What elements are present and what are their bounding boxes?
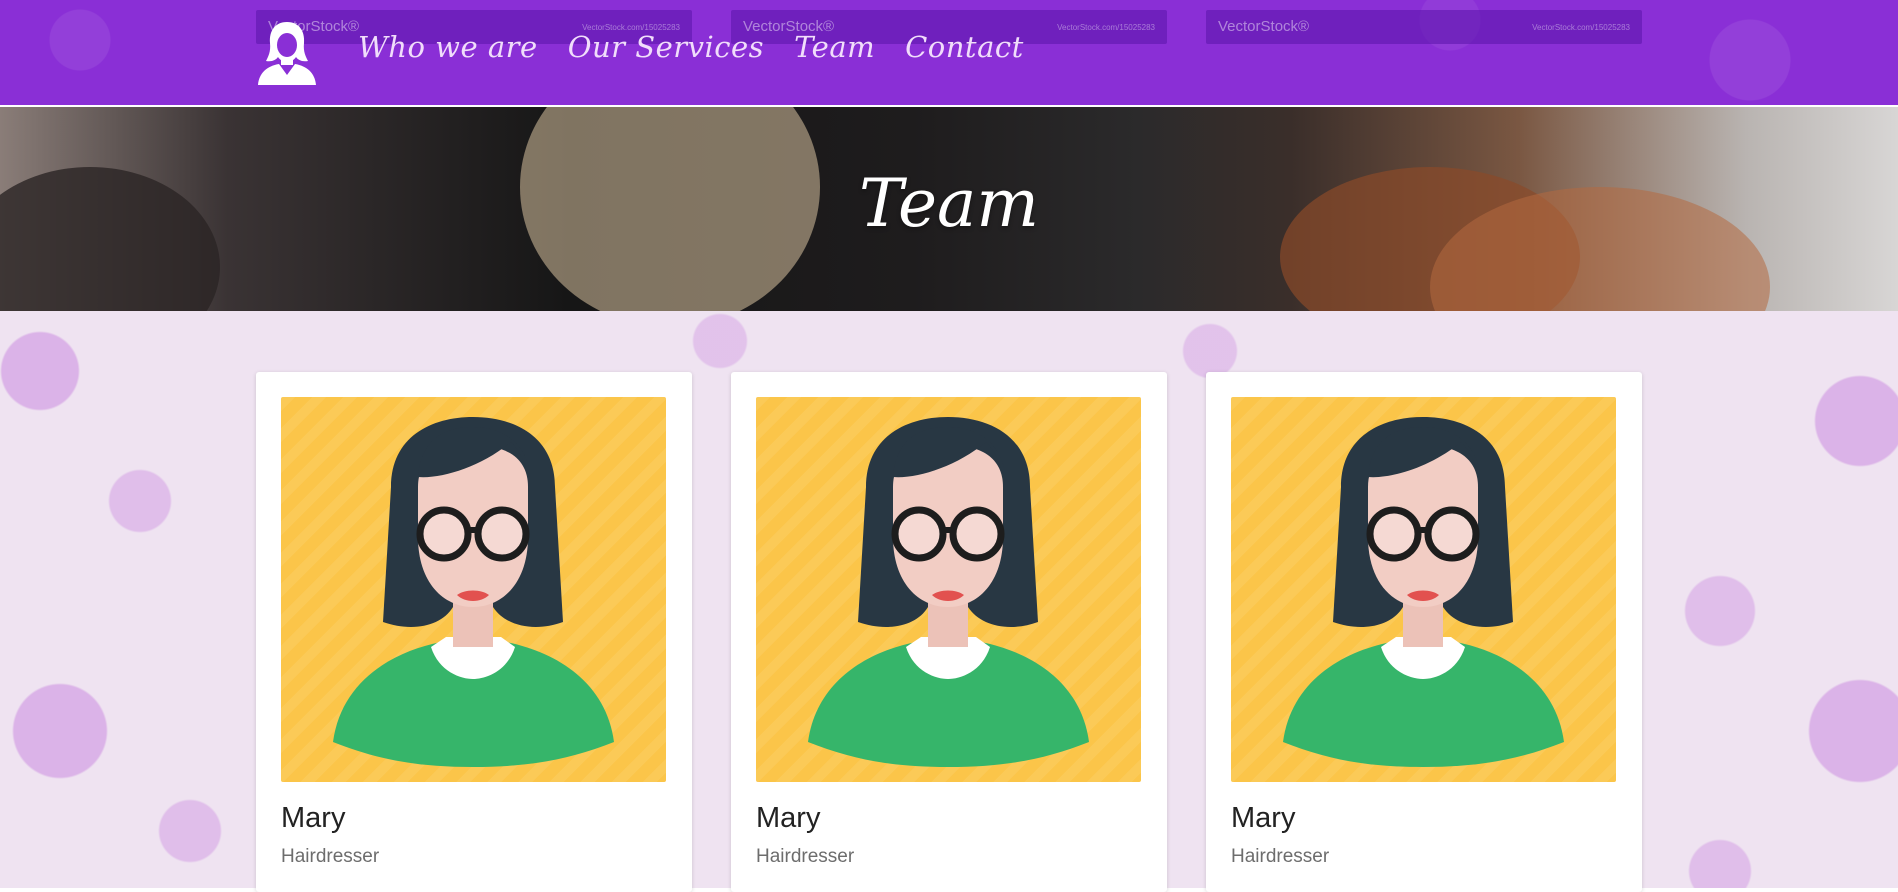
member-name: Mary: [1231, 802, 1296, 834]
member-role: Hairdresser: [281, 846, 380, 867]
page-title: Team: [859, 165, 1039, 242]
woman-avatar-icon: [281, 397, 666, 782]
woman-silhouette-icon[interactable]: [255, 19, 319, 85]
member-name: Mary: [281, 802, 346, 834]
member-name: Mary: [756, 802, 821, 834]
main-nav: Who we are Our Services Team Contact: [358, 30, 1024, 64]
member-role: Hairdresser: [756, 846, 855, 867]
team-member-card[interactable]: Mary Hairdresser: [1206, 372, 1642, 892]
team-member-card[interactable]: Mary Hairdresser: [731, 372, 1167, 892]
site-header: VectorStock® VectorStock.com/15025283 Ve…: [0, 0, 1898, 105]
nav-team[interactable]: Team: [794, 30, 875, 64]
watermark-id: VectorStock.com/15025283: [1532, 23, 1630, 32]
member-role: Hairdresser: [1231, 846, 1330, 867]
watermark-id: VectorStock.com/15025283: [1057, 23, 1155, 32]
nav-who-we-are[interactable]: Who we are: [358, 30, 538, 64]
woman-avatar-icon: [1231, 397, 1616, 782]
watermark-banner: VectorStock® VectorStock.com/15025283: [1206, 10, 1642, 44]
woman-avatar-icon: [756, 397, 1141, 782]
nav-contact[interactable]: Contact: [905, 30, 1024, 64]
hero-banner: Team: [0, 107, 1898, 311]
team-member-card[interactable]: Mary Hairdresser: [256, 372, 692, 892]
watermark-brand: VectorStock®: [1218, 18, 1310, 35]
nav-our-services[interactable]: Our Services: [568, 30, 764, 64]
